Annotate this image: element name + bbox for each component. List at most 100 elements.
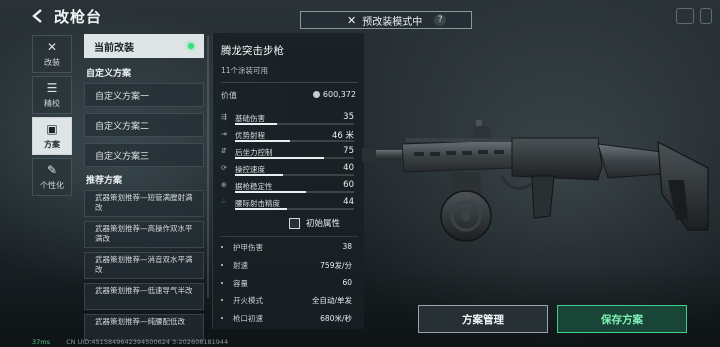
tools-icon: ✕ — [347, 13, 357, 27]
page-title: 改枪台 — [54, 8, 103, 26]
settings-icon[interactable] — [700, 8, 712, 24]
prop-label: 射速 — [233, 261, 248, 270]
stat-fill — [235, 208, 288, 210]
value-label: 价值 — [221, 91, 237, 100]
stat-hipfire-accuracy: ⁘ 腰际射击精度 44 — [221, 197, 356, 212]
damage-icon: ⇶ — [221, 113, 227, 121]
weapon-name: 腾龙突击步枪 — [221, 45, 284, 57]
prop-value: 60 — [342, 278, 352, 287]
prop-label: 容量 — [233, 279, 248, 288]
prop-fire-rate: 射速 759发/分 — [221, 260, 356, 272]
scheme-scrollbar[interactable] — [207, 36, 209, 298]
stat-handling-speed: ⟳ 操控速度 40 — [221, 163, 356, 178]
initial-attributes-label: 初始属性 — [306, 219, 341, 229]
crosshair-icon: ⁘ — [221, 198, 227, 206]
stat-value: 75 — [343, 146, 354, 156]
stat-track — [235, 208, 354, 210]
recommended-scheme-3[interactable]: 武器策划推荐—消音双水平满改 — [84, 252, 204, 279]
current-mod-label: 当前改装 — [94, 42, 134, 54]
stat-fill — [235, 157, 325, 159]
recommended-scheme-1[interactable]: 武器策划推荐—短管满膛射满改 — [84, 190, 204, 217]
custom-scheme-2[interactable]: 自定义方案二 — [84, 113, 204, 137]
prop-label: 开火模式 — [233, 296, 263, 305]
save-scheme-button[interactable]: 保存方案 — [557, 305, 687, 333]
nav-mod[interactable]: ✕ 改装 — [32, 35, 72, 73]
stat-effective-range: ⇥ 优势射程 46 米 — [221, 130, 356, 144]
nav-scheme-label: 方案 — [44, 139, 60, 149]
stat-recoil-control: ⇵ 后坐力控制 75 — [221, 146, 356, 161]
sliders-icon: ☰ — [46, 80, 58, 95]
rifle-model[interactable] — [362, 120, 712, 265]
recommended-scheme-5[interactable]: 武器策划推荐—纯腰配低改 — [84, 314, 204, 341]
stat-value: 44 — [343, 197, 354, 207]
nav-mod-label: 改装 — [44, 57, 60, 67]
prop-value: 38 — [342, 242, 352, 251]
nav-scheme[interactable]: ▣ 方案 — [32, 117, 72, 155]
custom-scheme-3[interactable]: 自定义方案三 — [84, 143, 204, 167]
coin-icon — [312, 91, 320, 98]
current-mod-button[interactable]: 当前改装 — [84, 34, 204, 58]
stability-icon: ⊕ — [221, 181, 227, 189]
recoil-icon: ⇵ — [221, 147, 227, 155]
back-arrow-icon[interactable] — [30, 8, 46, 24]
nav-tune-label: 精校 — [44, 98, 60, 108]
recommended-scheme-4[interactable]: 武器策划推荐—低速导气半改 — [84, 283, 204, 310]
range-icon: ⇥ — [221, 130, 227, 138]
checkbox-icon — [289, 217, 300, 229]
handling-icon: ⟳ — [221, 164, 227, 172]
stat-track — [235, 191, 354, 193]
divider — [221, 82, 358, 83]
prop-capacity: 容量 60 — [221, 278, 356, 290]
prop-muzzle-velocity: 枪口初速 680米/秒 — [221, 313, 356, 325]
prop-armor-damage: 护甲伤害 38 — [221, 242, 356, 254]
custom-scheme-1[interactable]: 自定义方案一 — [84, 83, 204, 107]
bullet-icon — [221, 246, 223, 248]
custom-scheme-heading: 自定义方案 — [86, 69, 132, 79]
stat-base-damage: ⇶ 基础伤害 35 — [221, 112, 356, 127]
nav-tune[interactable]: ☰ 精校 — [32, 76, 72, 114]
stat-value: 40 — [343, 163, 354, 173]
help-icon[interactable]: ? — [434, 14, 447, 26]
scheme-manage-button[interactable]: 方案管理 — [418, 305, 548, 333]
prop-value: 759发/分 — [320, 261, 352, 270]
nav-personalize[interactable]: ✎ 个性化 — [32, 158, 72, 196]
bullet-icon — [221, 282, 223, 284]
stat-track — [235, 157, 354, 159]
stat-track — [235, 123, 354, 125]
uid-readout: CN UID:4515849642394500624 3-20260818194… — [66, 338, 229, 346]
prop-label: 枪口初速 — [233, 314, 263, 323]
bullet-icon — [221, 264, 223, 266]
stat-track — [235, 174, 354, 176]
stat-value: 35 — [343, 112, 354, 122]
screen-icon[interactable] — [676, 8, 694, 24]
recommended-scheme-2[interactable]: 武器策划推荐—高操作双水平满改 — [84, 221, 204, 248]
initial-attributes-toggle[interactable]: 初始属性 — [289, 217, 340, 229]
mode-banner-label: 预改装模式中 — [362, 16, 423, 28]
value-number: 600,372 — [322, 90, 356, 99]
side-nav: ✕ 改装 ☰ 精校 ▣ 方案 ✎ 个性化 — [32, 35, 72, 199]
prop-label: 护甲伤害 — [233, 243, 263, 252]
divider — [221, 236, 358, 237]
stat-fill — [235, 191, 307, 193]
bullet-icon — [221, 299, 223, 301]
nav-personalize-label: 个性化 — [40, 180, 64, 190]
scheme-icon: ▣ — [46, 121, 58, 136]
prop-value: 680米/秒 — [320, 314, 352, 323]
value-row: 价值 600,372 — [221, 90, 356, 101]
stat-fill — [235, 140, 290, 142]
scheme-list: 当前改装 自定义方案 自定义方案一 自定义方案二 自定义方案三 推荐方案 武器策… — [84, 34, 204, 347]
active-indicator — [188, 43, 194, 49]
stat-fill — [235, 174, 283, 176]
paint-icon: ✎ — [46, 162, 58, 177]
value-amount: 600,372 — [312, 90, 356, 99]
prop-value: 全自动/单发 — [311, 296, 352, 305]
bullet-icon — [221, 317, 223, 319]
pre-mod-mode-banner: ✕ 预改装模式中 ? — [300, 11, 472, 29]
stat-track — [235, 140, 354, 142]
paint-count: 11个涂装可用 — [221, 66, 269, 75]
wrench-icon: ✕ — [46, 39, 58, 54]
stat-value: 60 — [343, 180, 354, 190]
prop-fire-mode: 开火模式 全自动/单发 — [221, 295, 356, 307]
stat-aim-stability: ⊕ 据枪稳定性 60 — [221, 180, 356, 195]
status-bar: 37ms CN UID:4515849642394500624 3-202608… — [32, 338, 228, 346]
